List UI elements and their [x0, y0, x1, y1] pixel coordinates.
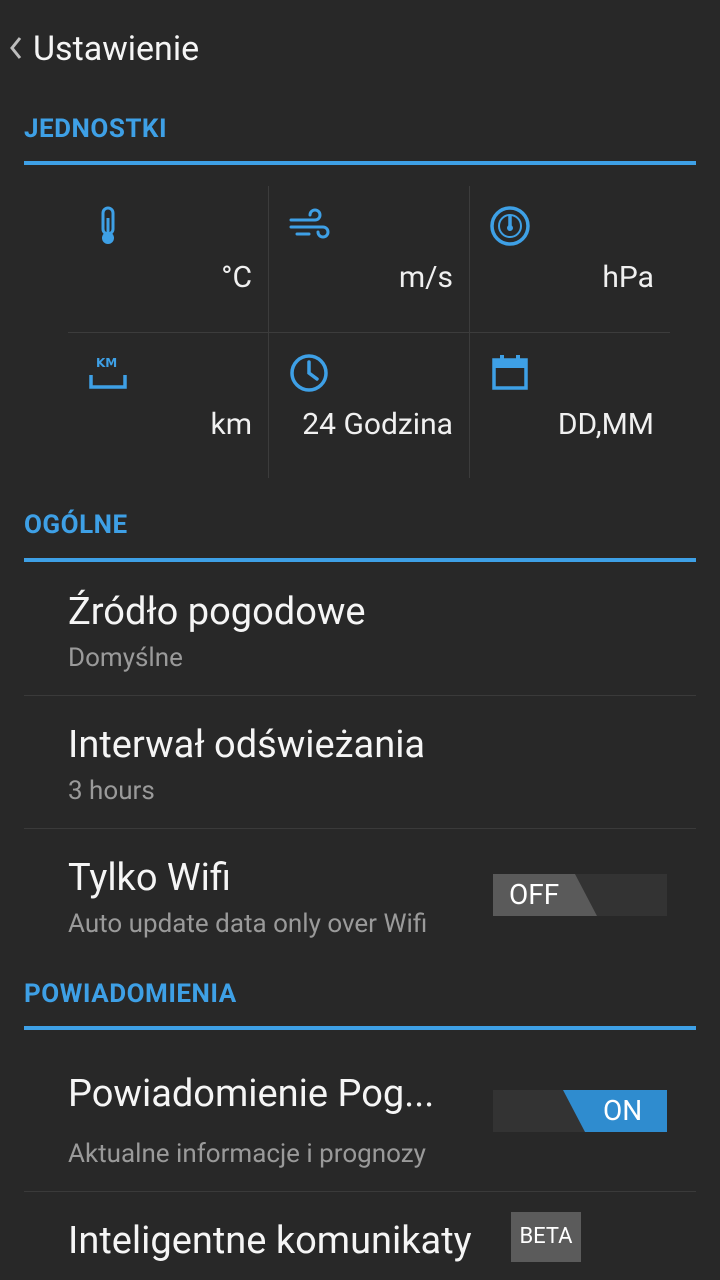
setting-subtitle: 3 hours: [68, 776, 155, 806]
unit-value: DD,MM: [557, 407, 654, 442]
unit-value: km: [210, 407, 252, 442]
unit-value: m/s: [398, 260, 453, 295]
toggle-state: ON: [603, 1094, 643, 1127]
unit-value: hPa: [602, 260, 654, 295]
unit-time-format[interactable]: 24 Godzina: [269, 333, 469, 479]
distance-km-icon: KM: [86, 351, 130, 395]
back-chevron-icon[interactable]: [6, 30, 24, 66]
setting-subtitle: Domyślne: [68, 643, 183, 673]
unit-value: °C: [221, 260, 252, 295]
wifi-only-toggle[interactable]: OFF: [493, 874, 667, 916]
weather-notification-toggle[interactable]: ON: [493, 1090, 667, 1132]
calendar-icon: [488, 351, 532, 395]
gauge-icon: [488, 204, 532, 248]
setting-title: Powiadomienie Pog...: [68, 1072, 435, 1116]
section-title-general: OGÓLNE: [24, 510, 128, 540]
page-title[interactable]: Ustawienie: [33, 26, 199, 72]
clock-icon: [287, 351, 331, 395]
section-divider-units: [24, 161, 696, 165]
unit-date-format[interactable]: DD,MM: [470, 333, 670, 479]
setting-title: Źródło pogodowe: [68, 590, 366, 634]
unit-distance[interactable]: KM km: [68, 333, 268, 479]
thermometer-icon: [86, 204, 130, 248]
section-title-notifications: POWIADOMIENIA: [24, 979, 237, 1009]
svg-text:KM: KM: [96, 356, 117, 370]
unit-value: 24 Godzina: [302, 407, 453, 442]
toggle-state: OFF: [509, 878, 560, 911]
beta-badge: BETA: [511, 1212, 581, 1262]
wind-icon: [287, 204, 331, 248]
setting-subtitle: Aktualne informacje i prognozy: [68, 1139, 426, 1169]
setting-subtitle: Auto update data only over Wifi: [68, 909, 428, 939]
setting-title: Interwał odświeżania: [68, 723, 426, 767]
section-title-units: JEDNOSTKI: [24, 114, 168, 144]
setting-title: Inteligentne komunikaty: [68, 1219, 472, 1263]
unit-pressure[interactable]: hPa: [470, 186, 670, 332]
unit-wind-speed[interactable]: m/s: [269, 186, 469, 332]
setting-title: Tylko Wifi: [68, 856, 231, 900]
header-bar: Ustawienie: [0, 0, 720, 100]
unit-temperature[interactable]: °C: [68, 186, 268, 332]
